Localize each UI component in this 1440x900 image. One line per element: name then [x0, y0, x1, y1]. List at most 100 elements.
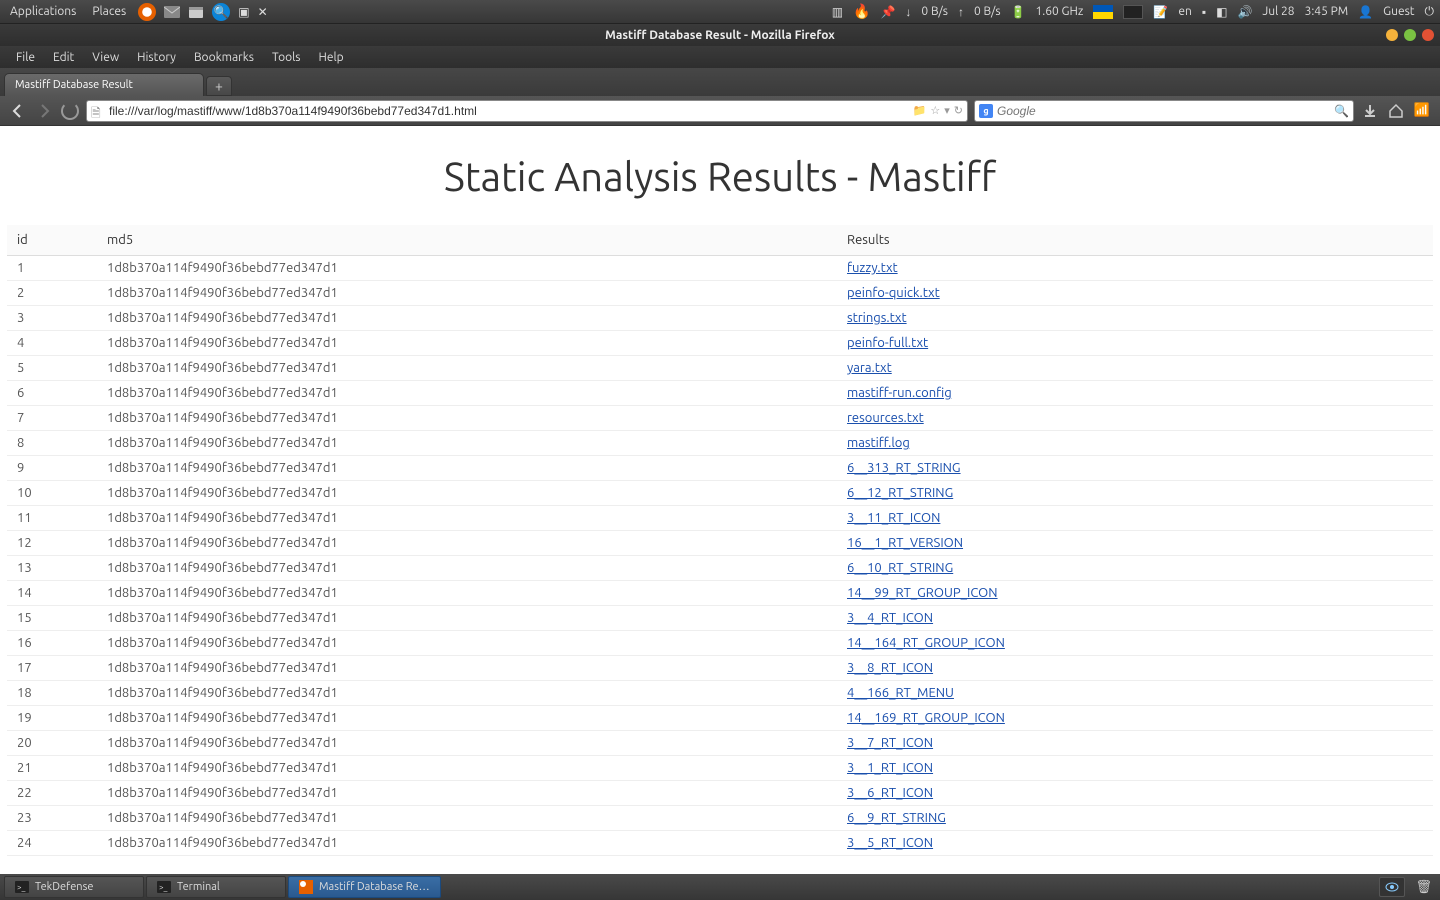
volume-icon[interactable]: 🔊	[1237, 5, 1252, 19]
tools-launcher-icon[interactable]: ✕	[258, 5, 268, 19]
result-link[interactable]: 14__164_RT_GROUP_ICON	[847, 636, 1005, 650]
reload-inline-icon[interactable]: ↻	[954, 104, 963, 117]
url-bar[interactable]: 🗎 📁 ☆ ▾ ↻	[86, 100, 968, 122]
desktop-switcher-icon[interactable]: ▥	[832, 5, 843, 19]
table-row: 201d8b370a114f9490f36bebd77ed347d1 3__7_R…	[7, 731, 1433, 756]
result-link[interactable]: 3__8_RT_ICON	[847, 661, 933, 675]
result-link[interactable]: peinfo-quick.txt	[847, 286, 940, 300]
downloads-button[interactable]	[1360, 101, 1380, 121]
workspace-switcher-icon[interactable]: ◧	[1216, 5, 1227, 19]
active-tab[interactable]: Mastiff Database Result	[4, 73, 204, 96]
result-link[interactable]: 3__7_RT_ICON	[847, 736, 933, 750]
system-monitor-icon[interactable]	[1123, 5, 1143, 19]
cell-id: 20	[7, 731, 97, 756]
forward-button[interactable]	[34, 101, 54, 121]
result-link[interactable]: 14__99_RT_GROUP_ICON	[847, 586, 998, 600]
result-link[interactable]: resources.txt	[847, 411, 924, 425]
cell-md5: 1d8b370a114f9490f36bebd77ed347d1	[97, 306, 837, 331]
home-button[interactable]	[1386, 101, 1406, 121]
result-link[interactable]: 16__1_RT_VERSION	[847, 536, 963, 550]
svg-text:>_: >_	[159, 883, 168, 892]
applications-menu[interactable]: Applications	[6, 5, 80, 18]
menu-tools[interactable]: Tools	[264, 49, 309, 66]
window-close-button[interactable]	[1422, 29, 1434, 41]
date-text[interactable]: Jul 28	[1262, 5, 1294, 18]
svg-text:>_: >_	[17, 883, 26, 892]
result-link[interactable]: 3__11_RT_ICON	[847, 511, 940, 525]
cell-id: 23	[7, 806, 97, 831]
result-link[interactable]: 4__166_RT_MENU	[847, 686, 954, 700]
trash-icon[interactable]: 🗑	[1415, 880, 1432, 895]
results-table: id md5 Results 11d8b370a114f9490f36bebd7…	[7, 225, 1433, 856]
result-link[interactable]: 6__12_RT_STRING	[847, 486, 953, 500]
back-button[interactable]	[8, 101, 28, 121]
show-desktop-icon[interactable]	[1379, 877, 1405, 897]
feed-dropdown-icon[interactable]: ▾	[944, 104, 950, 117]
cube-launcher-icon[interactable]: ▣	[238, 5, 249, 19]
search-magnifier-icon[interactable]: 🔍	[1334, 104, 1349, 118]
cell-result: 3__4_RT_ICON	[837, 606, 1433, 631]
bottom-panel: >_ TekDefense >_ Terminal Mastiff Databa…	[0, 874, 1440, 900]
cell-result: mastiff.log	[837, 431, 1433, 456]
result-link[interactable]: 14__169_RT_GROUP_ICON	[847, 711, 1005, 725]
result-link[interactable]: 6__9_RT_STRING	[847, 811, 946, 825]
result-link[interactable]: 3__4_RT_ICON	[847, 611, 933, 625]
cell-result: 3__5_RT_ICON	[837, 831, 1433, 856]
result-link[interactable]: strings.txt	[847, 311, 907, 325]
table-row: 191d8b370a114f9490f36bebd77ed347d114__16…	[7, 706, 1433, 731]
cell-md5: 1d8b370a114f9490f36bebd77ed347d1	[97, 356, 837, 381]
task-firefox[interactable]: Mastiff Database Re…	[288, 876, 441, 898]
reload-button[interactable]	[60, 101, 80, 121]
result-link[interactable]: yara.txt	[847, 361, 892, 375]
battery-icon[interactable]: 🔋	[1011, 5, 1026, 19]
places-menu[interactable]: Places	[88, 5, 130, 18]
search-input[interactable]	[997, 104, 1334, 118]
result-link[interactable]: 3__1_RT_ICON	[847, 761, 933, 775]
menu-view[interactable]: View	[84, 49, 127, 66]
cell-result: yara.txt	[837, 356, 1433, 381]
lang-indicator[interactable]: en	[1178, 5, 1191, 18]
notes-icon[interactable]: 📝	[1153, 5, 1168, 19]
cell-id: 6	[7, 381, 97, 406]
result-link[interactable]: peinfo-full.txt	[847, 336, 928, 350]
cell-md5: 1d8b370a114f9490f36bebd77ed347d1	[97, 731, 837, 756]
time-text[interactable]: 3:45 PM	[1305, 5, 1349, 18]
menu-bookmarks[interactable]: Bookmarks	[186, 49, 262, 66]
result-link[interactable]: 6__313_RT_STRING	[847, 461, 961, 475]
power-icon[interactable]: ⏻	[1425, 5, 1435, 19]
nav-toolbar: 🗎 📁 ☆ ▾ ↻ g 🔍 📶	[0, 96, 1440, 126]
result-link[interactable]: mastiff.log	[847, 436, 910, 450]
table-row: 231d8b370a114f9490f36bebd77ed347d16__9_R…	[7, 806, 1433, 831]
result-link[interactable]: 3__5_RT_ICON	[847, 836, 933, 850]
search-engine-icon[interactable]: g	[979, 104, 993, 118]
search-launcher-icon[interactable]: 🔍	[212, 3, 230, 21]
menu-file[interactable]: File	[8, 49, 43, 66]
wifi-icon[interactable]: 📶	[1412, 101, 1432, 121]
user-name[interactable]: Guest	[1383, 5, 1414, 18]
window-maximize-button[interactable]	[1404, 29, 1416, 41]
page-identity-icon[interactable]: 🗎	[91, 104, 105, 118]
firefox-launcher-icon[interactable]	[138, 3, 156, 21]
result-link[interactable]: 3__6_RT_ICON	[847, 786, 933, 800]
mail-launcher-icon[interactable]	[164, 5, 180, 19]
result-link[interactable]: fuzzy.txt	[847, 261, 898, 275]
result-link[interactable]: 6__10_RT_STRING	[847, 561, 953, 575]
search-bar[interactable]: g 🔍	[974, 100, 1354, 122]
column-header-results: Results	[837, 225, 1433, 256]
menu-edit[interactable]: Edit	[45, 49, 82, 66]
bookmark-folder-icon[interactable]: 📁	[913, 104, 927, 117]
files-launcher-icon[interactable]	[188, 5, 204, 19]
task-tekdefense[interactable]: >_ TekDefense	[4, 876, 144, 898]
thumbtack-icon[interactable]: 📌	[880, 5, 895, 19]
menu-history[interactable]: History	[129, 49, 184, 66]
result-link[interactable]: mastiff-run.config	[847, 386, 952, 400]
task-terminal[interactable]: >_ Terminal	[146, 876, 286, 898]
window-minimize-button[interactable]	[1386, 29, 1398, 41]
net-down-value: 0 B/s	[921, 5, 948, 18]
menu-help[interactable]: Help	[311, 49, 352, 66]
cell-result: 3__11_RT_ICON	[837, 506, 1433, 531]
cell-id: 22	[7, 781, 97, 806]
new-tab-button[interactable]: +	[206, 76, 232, 96]
bookmark-star-icon[interactable]: ☆	[930, 104, 940, 117]
url-input[interactable]	[109, 104, 913, 118]
